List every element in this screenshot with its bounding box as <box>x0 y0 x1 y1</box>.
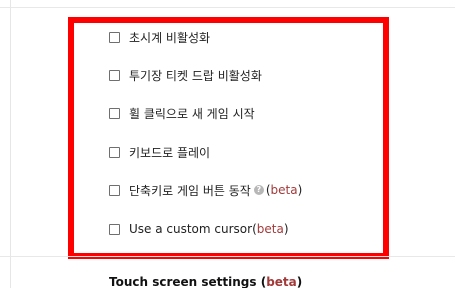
checkbox[interactable] <box>109 107 120 119</box>
option-custom-cursor[interactable]: Use a custom cursor (beta) <box>109 219 289 239</box>
checkbox[interactable] <box>109 31 120 43</box>
option-label: 투기장 티켓 드랍 비활성화 <box>129 68 262 83</box>
touch-screen-settings-title: Touch screen settings (beta) <box>109 275 302 288</box>
section-title-text: Touch screen settings <box>109 275 261 288</box>
checkbox[interactable] <box>109 146 120 158</box>
checkbox[interactable] <box>109 69 120 81</box>
settings-panel: 초시계 비활성화 투기장 티켓 드랍 비활성화 휠 클릭으로 새 게임 시작 키… <box>0 0 455 288</box>
option-keyboard-play[interactable]: 키보드로 플레이 <box>109 142 210 162</box>
option-disable-timer[interactable]: 초시계 비활성화 <box>109 27 210 47</box>
option-disable-arena-ticket-drop[interactable]: 투기장 티켓 드랍 비활성화 <box>109 65 262 85</box>
help-icon[interactable]: ? <box>253 185 264 195</box>
close-paren: ) <box>283 222 289 236</box>
close-paren: ) <box>297 183 303 197</box>
option-shortcut-game-buttons[interactable]: 단축키로 게임 버튼 동작 ? (beta) <box>109 180 302 200</box>
option-label: Use a custom cursor <box>129 222 253 236</box>
close-paren: ) <box>296 275 303 288</box>
option-label: 초시계 비활성화 <box>129 30 211 45</box>
section-divider <box>0 256 455 257</box>
beta-tag: beta <box>270 183 298 197</box>
option-wheel-click-new-game[interactable]: 휠 클릭으로 새 게임 시작 <box>109 103 255 123</box>
option-label: 단축키로 게임 버튼 동작 <box>129 183 251 198</box>
left-divider <box>10 0 11 288</box>
beta-tag: beta <box>266 275 297 288</box>
top-divider <box>0 7 455 8</box>
option-label: 휠 클릭으로 새 게임 시작 <box>129 106 255 121</box>
checkbox[interactable] <box>109 184 120 196</box>
beta-tag: beta <box>256 222 284 236</box>
checkbox[interactable] <box>109 223 120 235</box>
option-label: 키보드로 플레이 <box>129 145 211 160</box>
